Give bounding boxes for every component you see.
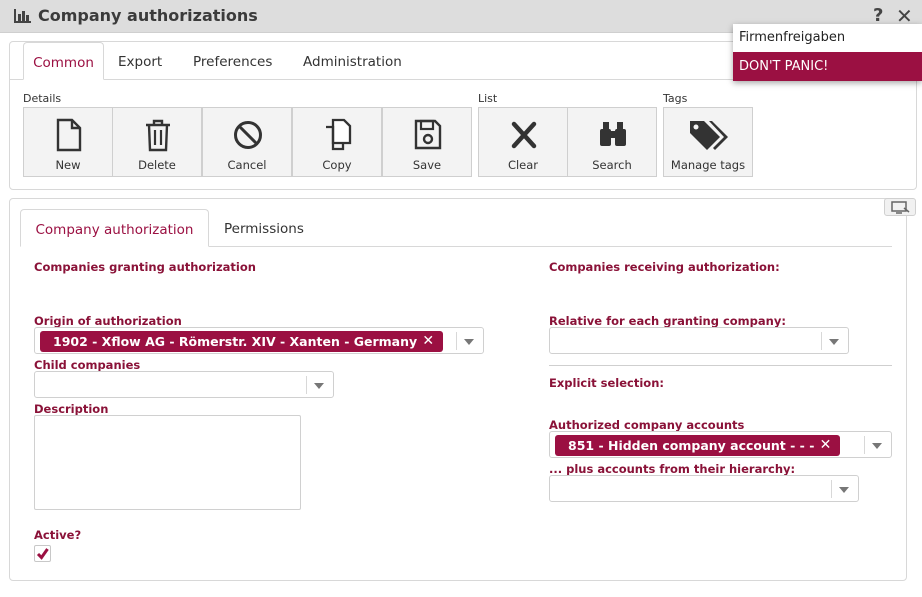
popup-item-dont-panic[interactable]: DON'T PANIC! bbox=[733, 52, 922, 81]
group-label-tags: Tags bbox=[663, 92, 688, 105]
chevron-down-icon[interactable] bbox=[314, 383, 324, 389]
delete-button[interactable]: Delete bbox=[112, 107, 202, 177]
relative-label: Relative for each granting company: bbox=[549, 314, 786, 328]
new-button-label: New bbox=[55, 158, 81, 172]
divider bbox=[549, 365, 892, 366]
chevron-down-icon[interactable] bbox=[464, 339, 474, 345]
receiving-heading: Companies receiving authorization: bbox=[549, 260, 780, 274]
group-label-details: Details bbox=[23, 92, 62, 105]
origin-label: Origin of authorization bbox=[34, 314, 182, 328]
new-file-icon bbox=[56, 118, 82, 152]
clear-button-label: Clear bbox=[507, 158, 539, 172]
remove-origin-icon[interactable]: ✕ bbox=[422, 333, 434, 349]
tab-administration[interactable]: Administration bbox=[303, 42, 402, 80]
chevron-down-icon[interactable] bbox=[872, 443, 882, 449]
window-title: Company authorizations bbox=[38, 6, 258, 25]
child-companies-select[interactable] bbox=[34, 371, 334, 398]
clear-x-icon bbox=[511, 121, 537, 149]
trash-icon bbox=[146, 119, 170, 152]
copy-button-label: Copy bbox=[322, 158, 352, 172]
cancel-button-label: Cancel bbox=[227, 158, 267, 172]
active-label: Active? bbox=[34, 528, 82, 542]
cancel-icon bbox=[234, 121, 262, 149]
chevron-down-icon[interactable] bbox=[839, 487, 849, 493]
group-label-list: List bbox=[478, 92, 498, 105]
origin-select[interactable]: 1902 - Xflow AG - Römerstr. XIV - Xanten… bbox=[34, 327, 484, 354]
context-popup: Firmenfreigaben DON'T PANIC! bbox=[733, 24, 922, 81]
accounts-chip: 851 - Hidden company account - - - ✕ bbox=[555, 435, 841, 456]
description-label: Description bbox=[34, 402, 109, 416]
chart-icon bbox=[14, 9, 31, 23]
tab-common[interactable]: Common bbox=[23, 42, 104, 80]
delete-button-label: Delete bbox=[138, 158, 176, 172]
save-icon bbox=[414, 119, 442, 150]
binoculars-icon bbox=[600, 122, 626, 146]
checkmark-icon bbox=[36, 548, 49, 560]
description-textarea[interactable] bbox=[34, 415, 301, 510]
clear-button[interactable]: Clear bbox=[478, 107, 568, 177]
active-checkbox[interactable] bbox=[34, 545, 51, 562]
tab-permissions[interactable]: Permissions bbox=[224, 209, 304, 247]
tab-preferences[interactable]: Preferences bbox=[193, 42, 272, 80]
explicit-selection-label: Explicit selection: bbox=[549, 376, 664, 390]
child-companies-label: Child companies bbox=[34, 358, 141, 372]
search-button-label: Search bbox=[592, 158, 632, 172]
tab-export[interactable]: Export bbox=[118, 42, 162, 80]
origin-chip-text: 1902 - Xflow AG - Römerstr. XIV - Xanten… bbox=[53, 334, 418, 349]
popup-item-firmenfreigaben[interactable]: Firmenfreigaben bbox=[739, 30, 845, 45]
origin-chip: 1902 - Xflow AG - Römerstr. XIV - Xanten… bbox=[40, 331, 444, 352]
copy-button[interactable]: Copy bbox=[292, 107, 382, 177]
search-button[interactable]: Search bbox=[567, 107, 657, 177]
save-button[interactable]: Save bbox=[382, 107, 472, 177]
accounts-chip-text: 851 - Hidden company account - - - bbox=[568, 438, 815, 453]
chevron-down-icon[interactable] bbox=[829, 339, 839, 345]
hierarchy-select[interactable] bbox=[549, 475, 859, 502]
copy-icon bbox=[326, 118, 352, 151]
cancel-button[interactable]: Cancel bbox=[202, 107, 292, 177]
remove-account-icon[interactable]: ✕ bbox=[820, 437, 832, 453]
save-button-label: Save bbox=[412, 158, 442, 172]
manage-tags-button[interactable]: Manage tags bbox=[663, 107, 753, 177]
form-tab-bar: Company authorization Permissions bbox=[20, 209, 892, 247]
accounts-select[interactable]: 851 - Hidden company account - - - ✕ bbox=[549, 431, 892, 458]
new-button[interactable]: New bbox=[23, 107, 113, 177]
tab-company-authorization[interactable]: Company authorization bbox=[20, 209, 209, 247]
tags-icon bbox=[690, 121, 728, 150]
hierarchy-label: ... plus accounts from their hierarchy: bbox=[549, 462, 796, 476]
manage-tags-button-label: Manage tags bbox=[670, 158, 746, 172]
accounts-label: Authorized company accounts bbox=[549, 418, 745, 432]
granting-heading: Companies granting authorization bbox=[34, 260, 256, 274]
help-icon[interactable]: ? bbox=[873, 5, 883, 26]
relative-select[interactable] bbox=[549, 327, 849, 354]
